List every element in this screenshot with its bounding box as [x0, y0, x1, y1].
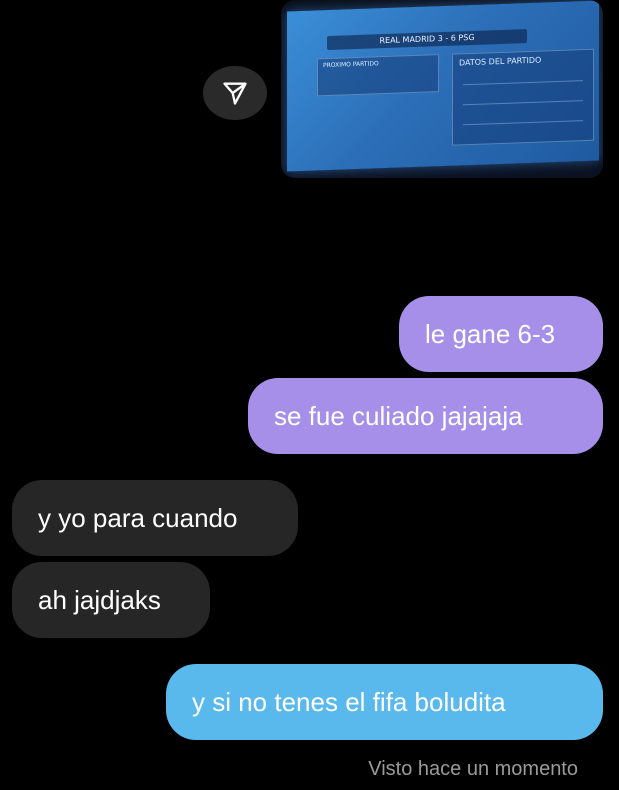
send-arrow-icon	[223, 82, 247, 105]
share-send-button[interactable]	[203, 66, 267, 120]
shared-photo[interactable]: REAL MADRID 3 - 6 PSG PROXIMO PARTIDO DA…	[281, 0, 603, 178]
message-bubble-received[interactable]: ah jajdjaks	[12, 562, 210, 638]
stats-title: DATOS DEL PARTIDO	[459, 55, 542, 68]
seen-status: Visto hace un momento	[368, 758, 578, 780]
away-team: PSG	[458, 32, 475, 43]
message-bubble-sent[interactable]: le gane 6-3	[399, 296, 603, 372]
home-team: REAL MADRID	[379, 34, 436, 46]
away-score: 6	[450, 33, 456, 43]
next-match-panel: PROXIMO PARTIDO	[317, 54, 439, 97]
message-bubble-sent[interactable]: se fue culiado jajajaja	[248, 378, 603, 454]
message-bubble-received[interactable]: y yo para cuando	[12, 480, 298, 556]
next-match-label: PROXIMO PARTIDO	[323, 60, 379, 70]
stat-row	[463, 120, 583, 126]
stat-row	[463, 80, 583, 86]
stat-row	[463, 100, 583, 106]
tv-screen-image: REAL MADRID 3 - 6 PSG PROXIMO PARTIDO DA…	[287, 0, 599, 172]
match-score-bar: REAL MADRID 3 - 6 PSG	[327, 29, 527, 51]
match-stats-panel: DATOS DEL PARTIDO	[452, 48, 594, 146]
message-bubble-sent[interactable]: y si no tenes el fifa boludita	[166, 664, 603, 740]
home-score: 3	[437, 34, 443, 44]
